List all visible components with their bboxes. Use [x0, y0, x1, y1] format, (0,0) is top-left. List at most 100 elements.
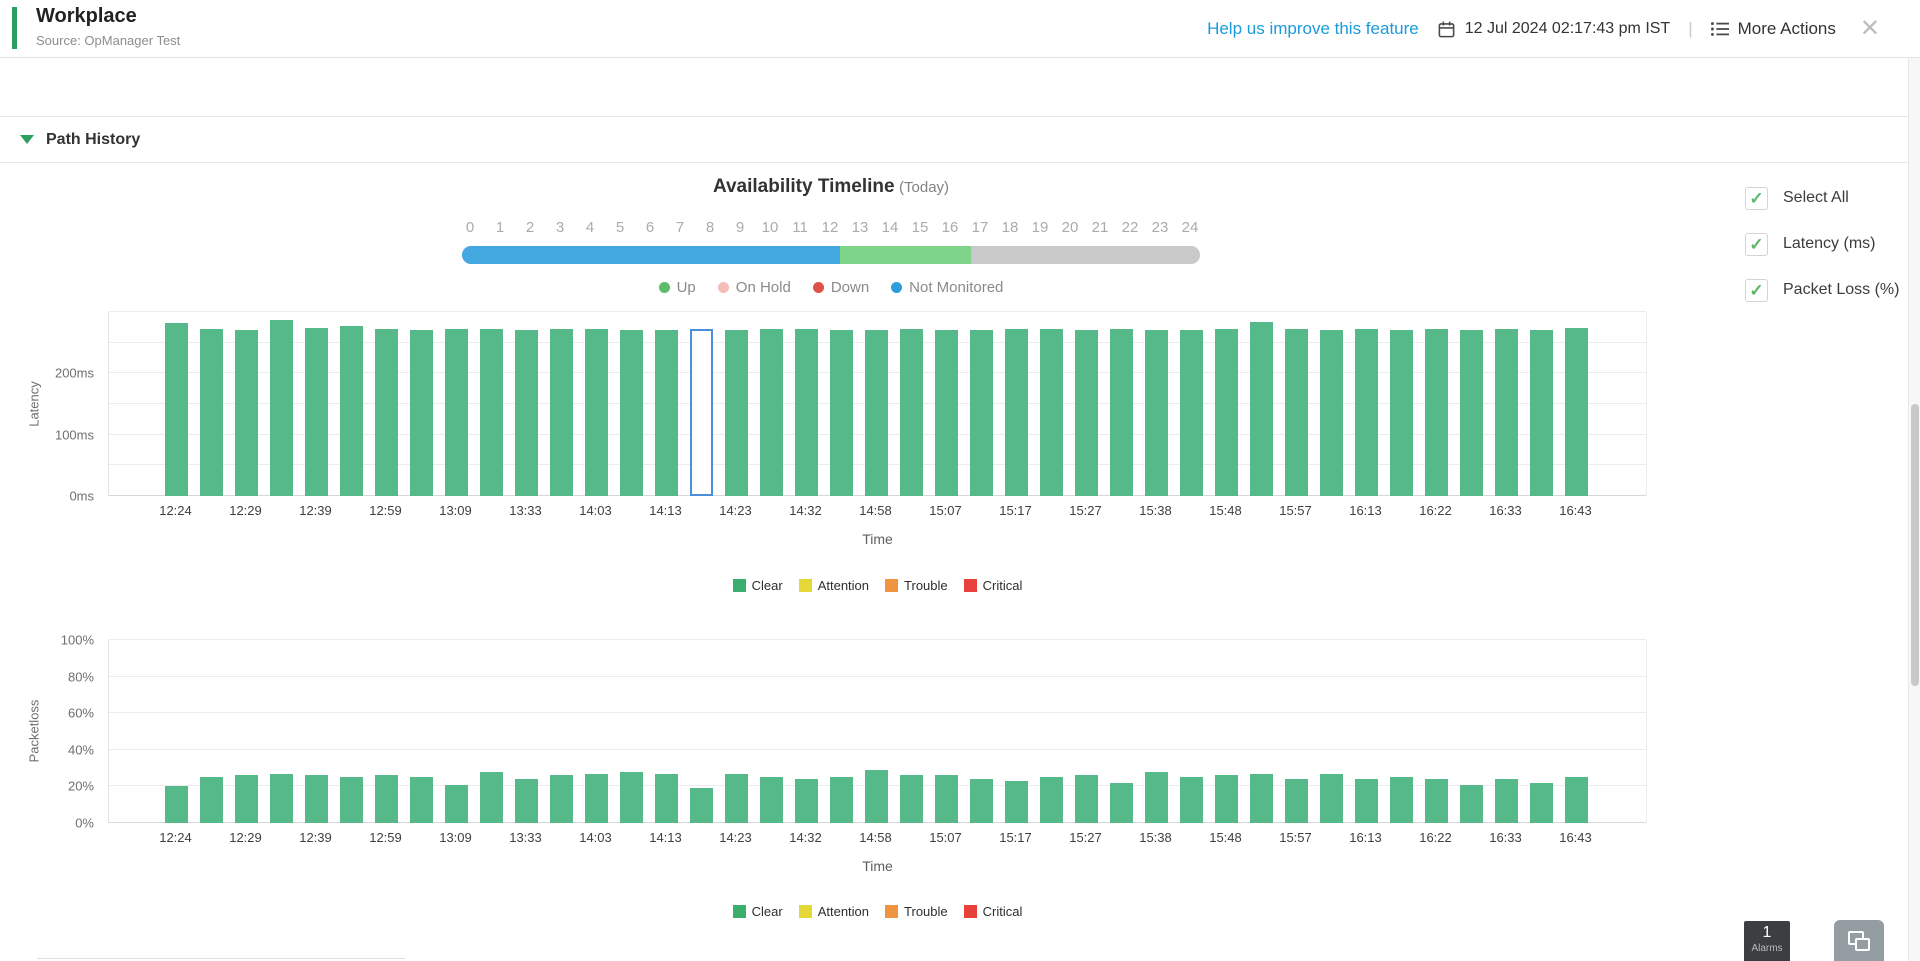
- packetloss-bar[interactable]: [1215, 775, 1238, 823]
- packetloss-bar[interactable]: [1565, 777, 1588, 823]
- close-icon[interactable]: ✕: [1860, 17, 1880, 41]
- latency-bar[interactable]: [305, 328, 328, 496]
- packetloss-bar[interactable]: [585, 774, 608, 823]
- packetloss-bar[interactable]: [620, 772, 643, 823]
- packetloss-bar[interactable]: [1320, 774, 1343, 823]
- packetloss-bar[interactable]: [760, 777, 783, 823]
- packetloss-bar[interactable]: [270, 774, 293, 823]
- vertical-scrollbar[interactable]: ▲: [1908, 40, 1920, 961]
- latency-bar[interactable]: [1145, 330, 1168, 496]
- packetloss-bar[interactable]: [445, 785, 468, 823]
- latency-bar[interactable]: [1110, 329, 1133, 496]
- packetloss-bar[interactable]: [1495, 779, 1518, 823]
- packetloss-bar[interactable]: [1145, 772, 1168, 823]
- latency-bar[interactable]: [1285, 329, 1308, 496]
- latency-bar[interactable]: [585, 329, 608, 496]
- latency-bar[interactable]: [1530, 330, 1553, 496]
- packetloss-bar[interactable]: [200, 777, 223, 823]
- latency-bar[interactable]: [620, 330, 643, 496]
- latency-bar[interactable]: [1565, 328, 1588, 496]
- packetloss-bar[interactable]: [690, 788, 713, 823]
- packetloss-bar[interactable]: [1180, 777, 1203, 823]
- help-improve-link[interactable]: Help us improve this feature: [1207, 19, 1419, 39]
- checkbox-select-all[interactable]: ✓: [1745, 187, 1768, 210]
- packetloss-bar[interactable]: [865, 770, 888, 823]
- latency-bar[interactable]: [1180, 330, 1203, 496]
- latency-bar[interactable]: [1250, 322, 1273, 496]
- latency-bar[interactable]: [1005, 329, 1028, 496]
- latency-bar[interactable]: [1040, 329, 1063, 496]
- packetloss-bar[interactable]: [550, 775, 573, 823]
- checkbox-row-packet-loss[interactable]: ✓Packet Loss (%): [1745, 278, 1899, 302]
- packetloss-bar[interactable]: [1285, 779, 1308, 823]
- timeline-segment-up[interactable]: [840, 246, 971, 264]
- latency-bar[interactable]: [970, 330, 993, 496]
- timeline-segment-no-data[interactable]: [971, 246, 1200, 264]
- scrollbar-thumb[interactable]: [1911, 404, 1919, 686]
- latency-bar[interactable]: [200, 329, 223, 496]
- widgets-button[interactable]: [1834, 920, 1884, 961]
- timeline-segment-not-monitored[interactable]: [462, 246, 840, 264]
- checkbox-packet-loss[interactable]: ✓: [1745, 279, 1768, 302]
- latency-bar[interactable]: [1320, 330, 1343, 496]
- latency-bar[interactable]: [1215, 329, 1238, 496]
- packetloss-bar[interactable]: [900, 775, 923, 823]
- latency-bar[interactable]: [1390, 330, 1413, 496]
- latency-bar[interactable]: [1355, 329, 1378, 496]
- checkbox-row-select-all[interactable]: ✓Select All: [1745, 186, 1899, 210]
- packetloss-bar[interactable]: [340, 777, 363, 823]
- packetloss-bar[interactable]: [795, 779, 818, 823]
- packetloss-bar[interactable]: [165, 786, 188, 823]
- packetloss-bar[interactable]: [410, 777, 433, 823]
- latency-bar[interactable]: [270, 320, 293, 496]
- date-time-picker[interactable]: 12 Jul 2024 02:17:43 pm IST: [1437, 20, 1670, 39]
- packetloss-bar[interactable]: [375, 775, 398, 823]
- more-actions-button[interactable]: More Actions: [1711, 19, 1836, 39]
- latency-bar[interactable]: [795, 329, 818, 496]
- packetloss-bar[interactable]: [1075, 775, 1098, 823]
- latency-bar[interactable]: [1425, 329, 1448, 496]
- latency-bar[interactable]: [935, 330, 958, 496]
- path-history-section-header[interactable]: Path History: [0, 116, 1908, 163]
- packetloss-bar[interactable]: [830, 777, 853, 823]
- latency-bar[interactable]: [165, 323, 188, 496]
- latency-bar[interactable]: [865, 330, 888, 496]
- latency-bar[interactable]: [655, 330, 678, 496]
- packetloss-bar[interactable]: [1040, 777, 1063, 823]
- latency-bar[interactable]: [445, 329, 468, 496]
- latency-bar-selected[interactable]: [690, 329, 713, 496]
- latency-bar[interactable]: [375, 329, 398, 496]
- packetloss-bar[interactable]: [935, 775, 958, 823]
- latency-bar[interactable]: [1495, 329, 1518, 496]
- packetloss-bar[interactable]: [235, 775, 258, 823]
- latency-bar[interactable]: [1460, 330, 1483, 496]
- checkbox-row-latency-ms[interactable]: ✓Latency (ms): [1745, 232, 1899, 256]
- packetloss-bar[interactable]: [1250, 774, 1273, 823]
- packetloss-bar[interactable]: [655, 774, 678, 823]
- packetloss-bar[interactable]: [1005, 781, 1028, 823]
- checkbox-latency-ms[interactable]: ✓: [1745, 233, 1768, 256]
- latency-bar[interactable]: [830, 330, 853, 496]
- alarms-badge[interactable]: 1 Alarms: [1744, 921, 1790, 961]
- packetloss-bar[interactable]: [1390, 777, 1413, 823]
- latency-bar[interactable]: [550, 329, 573, 496]
- latency-bar[interactable]: [340, 326, 363, 496]
- latency-bar[interactable]: [760, 329, 783, 496]
- packetloss-bar[interactable]: [1530, 783, 1553, 823]
- latency-bar[interactable]: [235, 330, 258, 496]
- packetloss-bar[interactable]: [480, 772, 503, 823]
- latency-bar[interactable]: [725, 330, 748, 496]
- packetloss-bar[interactable]: [1460, 785, 1483, 823]
- latency-bar[interactable]: [515, 330, 538, 496]
- packetloss-bar[interactable]: [1355, 779, 1378, 823]
- packetloss-bar[interactable]: [1110, 783, 1133, 823]
- latency-bar[interactable]: [480, 329, 503, 496]
- packetloss-bar[interactable]: [515, 779, 538, 823]
- latency-bar[interactable]: [1075, 330, 1098, 496]
- packetloss-bar[interactable]: [1425, 779, 1448, 823]
- latency-bar[interactable]: [900, 329, 923, 496]
- latency-bar[interactable]: [410, 330, 433, 496]
- packetloss-bar[interactable]: [305, 775, 328, 823]
- packetloss-bar[interactable]: [970, 779, 993, 823]
- availability-timeline-bar[interactable]: [462, 246, 1200, 264]
